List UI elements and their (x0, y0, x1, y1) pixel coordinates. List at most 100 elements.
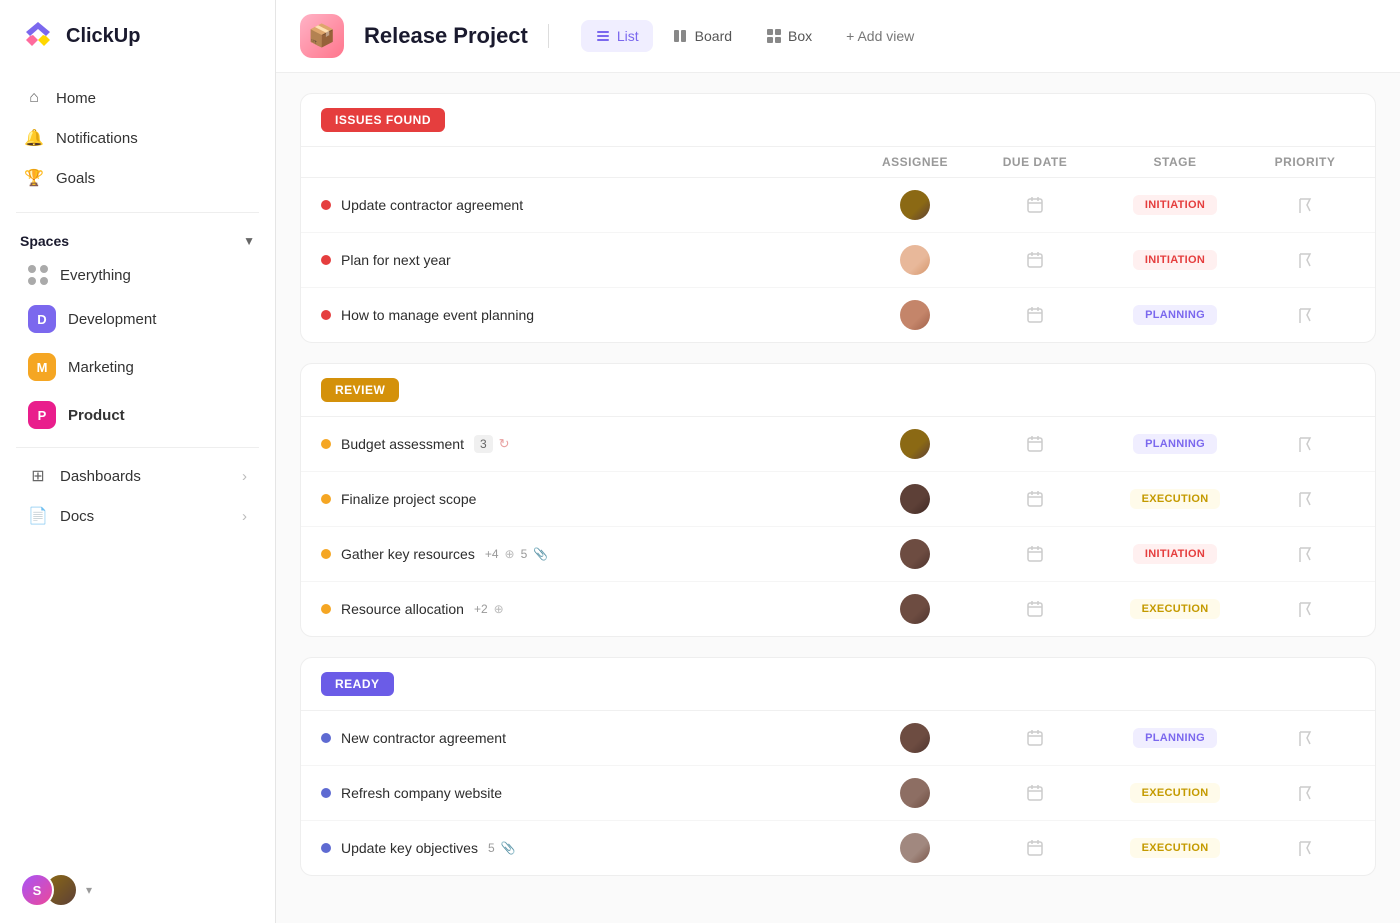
section-issues-found: ISSUES FOUND ASSIGNEE DUE DATE STAGE PRI… (300, 93, 1376, 343)
bell-icon: 🔔 (24, 128, 44, 148)
table-row[interactable]: New contractor agreement PLANNING (301, 711, 1375, 766)
add-view-button[interactable]: + Add view (832, 20, 928, 52)
user-avatars[interactable]: S (20, 873, 78, 907)
task-label: Update key objectives (341, 840, 478, 856)
main-header: 📦 Release Project List Board (276, 0, 1400, 73)
assignee-cell (855, 594, 975, 624)
tab-list[interactable]: List (581, 20, 653, 52)
sidebar-item-home[interactable]: ⌂ Home (12, 78, 263, 118)
development-letter: D (37, 312, 46, 327)
logo-area: ClickUp (0, 0, 275, 72)
table-row[interactable]: Resource allocation +2 ⊕ EXECUTION (301, 582, 1375, 636)
dashboards-icon: ⊞ (28, 466, 48, 486)
avatar (900, 245, 930, 275)
stage-cell: INITIATION (1095, 544, 1255, 564)
main-content: 📦 Release Project List Board (276, 0, 1400, 923)
table-row[interactable]: Finalize project scope EXECUTION (301, 472, 1375, 527)
flag-icon (1298, 491, 1312, 507)
paperclip-icon: 📎 (533, 547, 548, 561)
section-badge-issues: ISSUES FOUND (321, 108, 445, 132)
task-label: Gather key resources (341, 546, 475, 562)
task-label: Resource allocation (341, 601, 464, 617)
calendar-icon (1026, 490, 1044, 508)
sidebar-home-label: Home (56, 90, 96, 107)
table-row[interactable]: Plan for next year INITIATION (301, 233, 1375, 288)
sidebar-item-docs[interactable]: 📄 Docs › (8, 496, 267, 536)
calendar-icon (1026, 545, 1044, 563)
priority-cell (1255, 307, 1355, 323)
flag-icon (1298, 840, 1312, 856)
divider-1 (16, 212, 259, 213)
add-view-label: + Add view (846, 28, 914, 44)
stage-badge: INITIATION (1133, 195, 1217, 215)
priority-cell (1255, 252, 1355, 268)
flag-icon (1298, 546, 1312, 562)
sidebar-item-goals[interactable]: 🏆 Goals (12, 158, 263, 198)
avatar (900, 833, 930, 863)
priority-cell (1255, 546, 1355, 562)
calendar-icon (1026, 435, 1044, 453)
paperclip-icon-2: 📎 (501, 841, 516, 855)
assignee-cell (855, 778, 975, 808)
clip-count-2: 5 (488, 841, 495, 855)
sidebar-docs-label: Docs (60, 508, 94, 525)
section-ready: READY New contractor agreement PLANNING (300, 657, 1376, 876)
sidebar-item-dashboards[interactable]: ⊞ Dashboards › (8, 456, 267, 496)
due-date-cell (975, 545, 1095, 563)
col-assignee-0: ASSIGNEE (855, 155, 975, 169)
task-name: Resource allocation +2 ⊕ (321, 601, 855, 617)
due-date-cell (975, 784, 1095, 802)
table-row[interactable]: Update key objectives 5 📎 EXECUTION (301, 821, 1375, 875)
table-row[interactable]: Budget assessment 3 ↻ PLANNING (301, 417, 1375, 472)
calendar-icon (1026, 784, 1044, 802)
priority-cell (1255, 785, 1355, 801)
sidebar-item-notifications[interactable]: 🔔 Notifications (12, 118, 263, 158)
header-divider (548, 24, 549, 48)
tab-box[interactable]: Box (752, 20, 826, 52)
task-meta: +2 ⊕ (474, 602, 504, 616)
stage-badge: INITIATION (1133, 544, 1217, 564)
stage-cell: PLANNING (1095, 434, 1255, 454)
board-icon (673, 28, 689, 44)
task-label: Plan for next year (341, 252, 451, 268)
table-row[interactable]: Update contractor agreement INITIATION (301, 178, 1375, 233)
flag-icon (1298, 307, 1312, 323)
calendar-icon (1026, 729, 1044, 747)
user-dropdown-arrow[interactable]: ▾ (86, 883, 92, 897)
stage-cell: INITIATION (1095, 195, 1255, 215)
avatar-initials: S (33, 883, 42, 898)
tab-board[interactable]: Board (659, 20, 746, 52)
task-meta: 3 ↻ (474, 435, 510, 453)
stage-badge: INITIATION (1133, 250, 1217, 270)
stage-cell: PLANNING (1095, 728, 1255, 748)
sidebar-item-product[interactable]: P Product (8, 391, 267, 439)
chevron-down-icon[interactable]: ▼ (243, 234, 255, 248)
assignee-cell (855, 190, 975, 220)
task-dot-blue (321, 788, 331, 798)
task-dot-red (321, 310, 331, 320)
sidebar-item-marketing[interactable]: M Marketing (8, 343, 267, 391)
sidebar-item-development[interactable]: D Development (8, 295, 267, 343)
docs-icon: 📄 (28, 506, 48, 526)
sidebar-item-everything[interactable]: Everything (8, 255, 267, 295)
stage-badge: EXECUTION (1130, 783, 1221, 803)
priority-cell (1255, 197, 1355, 213)
task-name: Plan for next year (321, 252, 855, 268)
calendar-icon (1026, 306, 1044, 324)
priority-cell (1255, 730, 1355, 746)
table-row[interactable]: Gather key resources +4 ⊕ 5 📎 (301, 527, 1375, 582)
flag-icon (1298, 197, 1312, 213)
task-name: How to manage event planning (321, 307, 855, 323)
task-name: Gather key resources +4 ⊕ 5 📎 (321, 546, 855, 562)
tab-board-label: Board (695, 28, 732, 44)
table-row[interactable]: How to manage event planning PLANNING (301, 288, 1375, 342)
table-row[interactable]: Refresh company website EXECUTION (301, 766, 1375, 821)
section-header-issues: ISSUES FOUND (301, 94, 1375, 147)
task-name: New contractor agreement (321, 730, 855, 746)
due-date-cell (975, 729, 1095, 747)
link-icon-2: ⊕ (494, 602, 504, 616)
section-badge-review: REVIEW (321, 378, 399, 402)
stage-badge: EXECUTION (1130, 599, 1221, 619)
section-badge-ready: READY (321, 672, 394, 696)
stage-badge: PLANNING (1133, 305, 1217, 325)
